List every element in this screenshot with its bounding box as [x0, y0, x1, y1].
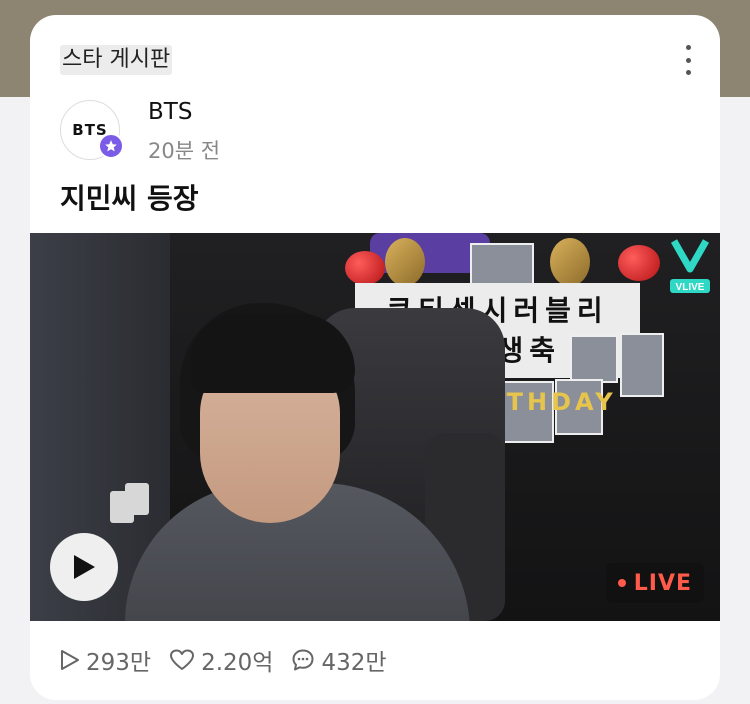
play-count-icon [61, 650, 79, 670]
post-card[interactable]: 스타 게시판 BTS BTS 20분 전 지민씨 등장 쿠티섹시러블리 지민생축… [30, 15, 720, 700]
author-name[interactable]: BTS [148, 99, 192, 125]
play-count: 293만 [60, 643, 151, 677]
play-icon [74, 555, 95, 579]
heart-balloon [345, 251, 385, 285]
video-thumbnail[interactable]: 쿠티섹시러블리 지민생축 BIRTHDAY VLIVE LI [30, 233, 720, 621]
post-title[interactable]: 지민씨 등장 [60, 177, 199, 217]
balloon-decoration [550, 238, 590, 286]
play-button[interactable] [50, 533, 118, 601]
live-badge: LIVE [605, 563, 704, 603]
like-count[interactable]: 2.20억 [169, 643, 273, 677]
post-time: 20분 전 [148, 139, 221, 163]
photo-print [620, 333, 664, 397]
comment-count[interactable]: 432만 [291, 643, 387, 677]
live-label: LIVE [633, 570, 692, 596]
photo-print [570, 335, 618, 383]
wall-outlet [125, 483, 149, 515]
stats-bar: 293만 2.20억 432만 [60, 643, 405, 677]
vlive-logo: VLIVE [668, 237, 712, 297]
play-count-value: 293만 [86, 650, 152, 676]
balloon-decoration [385, 238, 425, 286]
board-title[interactable]: 스타 게시판 [60, 45, 173, 75]
vlive-label: VLIVE [676, 282, 705, 293]
star-badge-icon [98, 133, 124, 159]
comment-icon[interactable] [291, 648, 315, 672]
live-dot-icon [617, 579, 626, 587]
photo-print [470, 243, 534, 287]
heart-balloon [618, 245, 660, 281]
kebab-menu-icon[interactable] [680, 45, 696, 75]
like-count-value: 2.20억 [201, 650, 274, 676]
heart-icon[interactable] [169, 649, 195, 671]
comment-count-value: 432만 [321, 650, 387, 676]
person-bangs [190, 313, 355, 393]
